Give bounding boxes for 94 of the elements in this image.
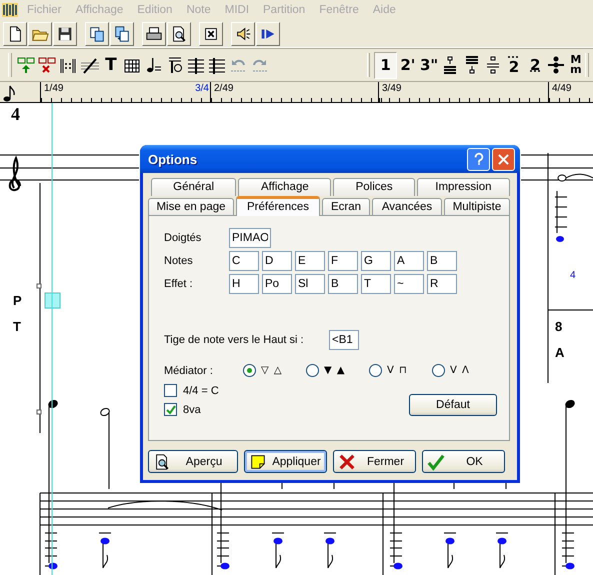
note-name-field[interactable]: A	[394, 250, 424, 270]
voice-button[interactable]: 2	[504, 51, 524, 79]
note-name-field[interactable]: D	[262, 250, 292, 270]
magnifier-page-icon	[153, 452, 171, 470]
note-name-field[interactable]: F	[328, 250, 358, 270]
effect-field[interactable]: Sl	[295, 274, 325, 294]
cross-icon	[338, 452, 356, 470]
ruler-label: 3/49	[382, 83, 402, 94]
pick-symbol-label: ▽ △	[261, 365, 283, 376]
toolbar-button[interactable]	[53, 22, 77, 46]
measure-label: A	[555, 345, 564, 360]
ruler-label: 4/49	[552, 83, 572, 94]
pick-symbol-label: ▼ ▲	[324, 365, 346, 376]
tab[interactable]: Multipiste	[444, 198, 510, 215]
tab[interactable]: Polices	[333, 178, 415, 196]
speaker-icon	[234, 24, 252, 42]
effect-field[interactable]: B	[328, 274, 358, 294]
duration-button[interactable]: 3"	[418, 52, 440, 78]
toolbar-button[interactable]	[167, 22, 191, 46]
toolbar-button[interactable]	[110, 22, 134, 46]
pick-symbol-label: V Λ	[450, 365, 470, 376]
checkbox[interactable]	[164, 403, 177, 416]
magnifier-page-icon	[170, 24, 188, 42]
tab[interactable]: Ecran	[322, 198, 370, 215]
time-signature-number: 4	[11, 104, 20, 124]
tab[interactable]: Mise en page	[148, 198, 234, 215]
note-name-field[interactable]: E	[295, 250, 325, 270]
toolbar-button[interactable]	[3, 22, 27, 46]
staff-lines-icon	[186, 55, 206, 75]
note-name-field[interactable]: C	[229, 250, 259, 270]
effect-field[interactable]: Po	[262, 274, 292, 294]
toolbar-button[interactable]	[142, 22, 166, 46]
field-label: Doigtés	[164, 232, 202, 244]
effect-field[interactable]: R	[427, 274, 457, 294]
duration-button[interactable]: 2'	[398, 52, 418, 78]
printer-icon	[145, 24, 163, 42]
time-signature-label: 3/4	[195, 83, 210, 94]
documents-icon	[88, 24, 106, 42]
cursor-square	[44, 292, 60, 308]
preview-button[interactable]: Aperçu	[148, 450, 238, 473]
close-button[interactable]	[492, 148, 515, 170]
tab[interactable]: Général	[151, 178, 236, 196]
sticky-note-icon	[249, 452, 267, 470]
radio-button[interactable]	[369, 364, 382, 377]
help-button[interactable]	[467, 148, 490, 170]
note-name-field[interactable]: B	[427, 250, 457, 270]
radio-button[interactable]	[243, 364, 256, 377]
dialog-title: Options	[148, 152, 198, 166]
field-label: Effet :	[164, 278, 194, 290]
voice-button[interactable]: M m	[568, 52, 584, 78]
ruler-label: 1/49	[44, 83, 64, 94]
text-tool-button[interactable]: T	[100, 52, 122, 78]
checkbox-label: 8va	[183, 404, 201, 416]
field-label: Médiator :	[164, 364, 214, 376]
effect-field[interactable]: ~	[394, 274, 424, 294]
help-icon	[474, 152, 484, 166]
stem-field[interactable]: <B1	[329, 330, 359, 350]
checkbox[interactable]	[164, 384, 177, 397]
tab[interactable]: Avancées	[372, 198, 442, 215]
measure-label: 8	[555, 319, 562, 334]
checkmark-icon	[427, 452, 445, 470]
tab[interactable]: Affichage	[238, 178, 332, 196]
checkbox-label: 4/4 = C	[183, 384, 219, 396]
pick-symbol-label: V ⊓	[387, 365, 408, 376]
apply-button[interactable]: Appliquer	[244, 450, 327, 473]
duration-button[interactable]: 1	[374, 52, 397, 78]
dots-line-icon	[546, 55, 566, 75]
close-button[interactable]: Fermer	[333, 450, 416, 473]
app-icon[interactable]	[1, 1, 19, 19]
close-icon	[498, 154, 509, 164]
ok-button[interactable]: OK	[422, 450, 505, 473]
tab[interactable]: Préférences	[236, 196, 320, 216]
default-button[interactable]: Défaut	[409, 394, 497, 416]
delete-staff-icon	[37, 55, 58, 75]
ruler-label: 2/49	[214, 83, 234, 94]
tab-label: P	[13, 293, 22, 308]
toolbar-button[interactable]	[231, 22, 255, 46]
toolbar-button[interactable]	[85, 22, 109, 46]
tab-label: T	[13, 319, 21, 334]
toolbar-button[interactable]	[199, 22, 223, 46]
field-label: Tige de note vers le Haut si :	[164, 334, 305, 346]
tab[interactable]: Impression	[416, 178, 510, 196]
radio-button[interactable]	[306, 364, 319, 377]
add-staff-icon	[16, 55, 36, 75]
note-name-field[interactable]: G	[361, 250, 391, 270]
effect-field[interactable]: H	[229, 274, 259, 294]
documents-icon	[113, 24, 131, 42]
effect-field[interactable]: T	[361, 274, 391, 294]
staff-lines-icon	[207, 55, 228, 75]
radio-button[interactable]	[432, 364, 445, 377]
field-label: Notes	[164, 254, 194, 266]
voice-button[interactable]: 2	[525, 52, 546, 78]
toolbar-button[interactable]	[256, 22, 280, 46]
fret-number: 4	[570, 270, 576, 281]
